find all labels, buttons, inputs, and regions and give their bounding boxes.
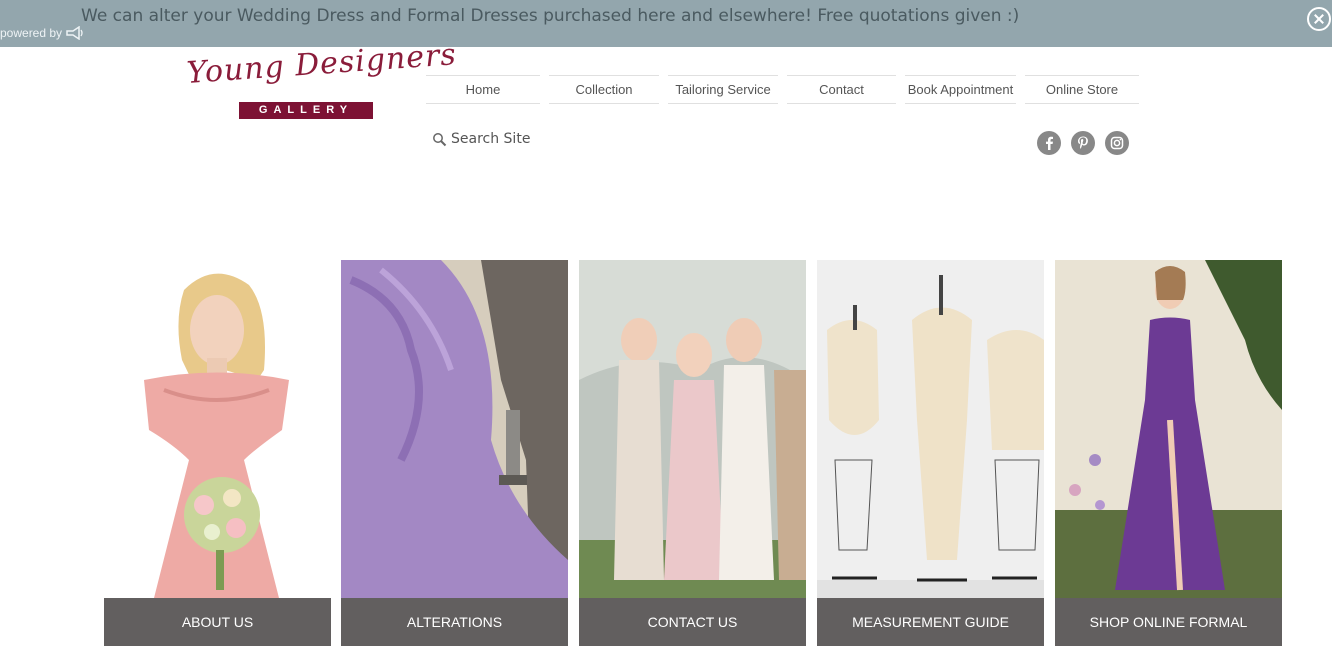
nav-item-home[interactable]: Home	[426, 75, 540, 104]
site-logo[interactable]: Young Designers GALLERY	[186, 37, 458, 124]
close-icon[interactable]	[1307, 7, 1331, 31]
announcement-text: We can alter your Wedding Dress and Form…	[81, 6, 1020, 26]
tile-shop-online-formal-image	[1055, 260, 1282, 598]
search-site[interactable]: Search Site	[432, 131, 530, 147]
tile-measurement-guide-image	[817, 260, 1044, 598]
social-bar	[1037, 131, 1129, 155]
tile-about-us-label: ABOUT US	[104, 598, 331, 646]
logo-gallery-box: GALLERY	[239, 102, 373, 119]
tile-shop-online-formal-label: SHOP ONLINE FORMAL	[1055, 598, 1282, 646]
tile-measurement-guide[interactable]: MEASUREMENT GUIDE	[817, 260, 1044, 646]
tile-alterations-label: ALTERATIONS	[341, 598, 568, 646]
nav-item-contact[interactable]: Contact	[787, 75, 896, 104]
powered-by-label: powered by	[0, 26, 63, 40]
announcement-bar: We can alter your Wedding Dress and Form…	[0, 0, 1332, 47]
facebook-icon[interactable]	[1037, 131, 1061, 155]
tile-alterations[interactable]: ALTERATIONS	[341, 260, 568, 646]
megaphone-icon	[66, 26, 83, 40]
nav-item-online-store[interactable]: Online Store	[1025, 75, 1139, 104]
main-nav: Home Collection Tailoring Service Contac…	[426, 75, 1139, 104]
tile-contact-us-image	[579, 260, 806, 598]
tile-shop-online-formal[interactable]: SHOP ONLINE FORMAL	[1055, 260, 1282, 646]
tile-contact-us-label: CONTACT US	[579, 598, 806, 646]
powered-by[interactable]: powered by	[0, 26, 85, 40]
nav-item-collection[interactable]: Collection	[549, 75, 659, 104]
nav-item-tailoring-service[interactable]: Tailoring Service	[668, 75, 778, 104]
tile-alterations-image	[341, 260, 568, 598]
tile-about-us-image	[104, 260, 331, 598]
search-icon	[433, 132, 447, 146]
pinterest-icon[interactable]	[1071, 131, 1095, 155]
tile-measurement-guide-label: MEASUREMENT GUIDE	[817, 598, 1044, 646]
nav-item-book-appointment[interactable]: Book Appointment	[905, 75, 1016, 104]
tile-about-us[interactable]: ABOUT US	[104, 260, 331, 646]
instagram-icon[interactable]	[1105, 131, 1129, 155]
tile-contact-us[interactable]: CONTACT US	[579, 260, 806, 646]
search-label: Search Site	[451, 131, 531, 147]
